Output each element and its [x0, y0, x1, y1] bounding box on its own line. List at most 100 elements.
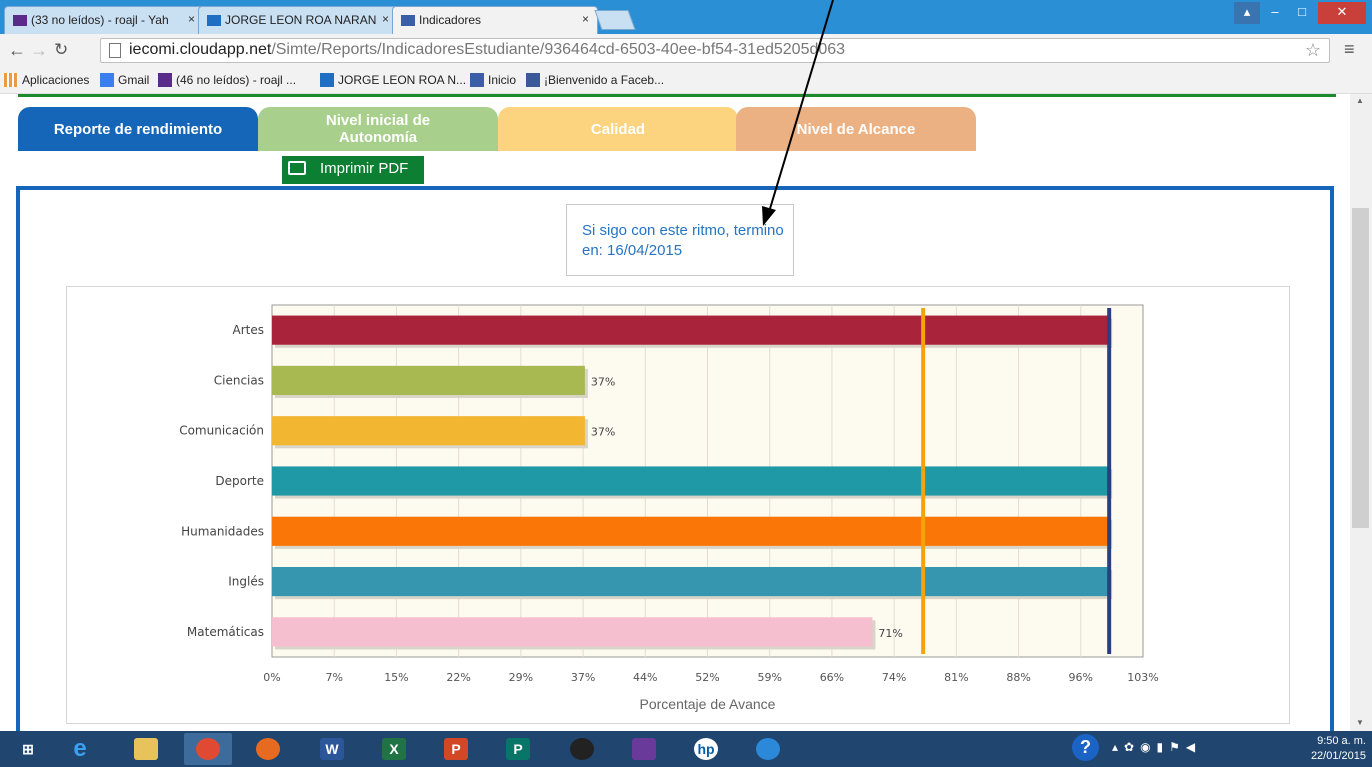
header-divider [18, 94, 1336, 97]
x-axis-title: Porcentaje de Avance [640, 696, 776, 712]
taskbar-firefox[interactable] [244, 733, 292, 765]
data-label: 37% [591, 426, 615, 439]
browser-tab-title: Indicadores [419, 13, 482, 27]
completion-estimate-text: Si sigo con este ritmo, termino en: 16/0… [582, 222, 784, 259]
x-tick-label: 22% [446, 671, 470, 684]
outlook-icon [320, 73, 334, 87]
browser-toolbar: ← → ↻ iecomi.cloudapp.net/Simte/Reports/… [0, 34, 1372, 66]
completion-estimate-note: Si sigo con este ritmo, termino en: 16/0… [566, 204, 794, 276]
taskbar-clock[interactable]: 9:50 a. m. 22/01/2015 [1311, 734, 1366, 764]
bar-matemáticas [272, 617, 873, 647]
x-tick-label: 88% [1006, 671, 1030, 684]
ie-icon: e [73, 735, 87, 762]
category-label: Ciencias [214, 373, 264, 387]
x-tick-label: 37% [571, 671, 595, 684]
word-icon: W [320, 738, 344, 760]
taskbar-excel[interactable]: X [370, 733, 418, 765]
bookmark-inicio[interactable]: Inicio [470, 73, 516, 87]
taskbar-camera[interactable] [558, 733, 606, 765]
url-host: iecomi.cloudapp.net [129, 41, 272, 58]
bookmark-yahoo-mail[interactable]: (46 no leídos) - roajl ... [158, 73, 296, 87]
tab-label: Nivel de Alcance [796, 120, 916, 138]
bookmark-label: Inicio [488, 73, 517, 87]
print-pdf-button[interactable]: Imprimir PDF [282, 156, 424, 184]
start-button[interactable]: ⊞ [4, 733, 52, 765]
bookmark-outlook[interactable]: JORGE LEON ROA N... [320, 73, 466, 87]
taskbar-powerpoint[interactable]: P [432, 733, 480, 765]
scrollbar-thumb[interactable] [1352, 208, 1369, 528]
bookmark-star-icon[interactable]: ☆ [1305, 40, 1321, 61]
close-window-button[interactable]: ✕ [1318, 2, 1366, 24]
minimize-button[interactable]: – [1262, 2, 1288, 24]
security-icon [756, 738, 780, 760]
maximize-button[interactable]: □ [1288, 2, 1316, 24]
scroll-up-icon[interactable]: ▲ [1356, 96, 1364, 105]
chrome-icon [196, 738, 220, 760]
taskbar-chrome[interactable] [184, 733, 232, 765]
category-label: Inglés [228, 575, 264, 589]
browser-tab-title: JORGE LEON ROA NARAN [225, 13, 377, 27]
x-tick-label: 0% [263, 671, 280, 684]
printer-icon [288, 161, 306, 175]
facebook-icon [526, 73, 540, 87]
x-tick-label: 81% [944, 671, 968, 684]
url-path: /Simte/Reports/IndicadoresEstudiante/936… [271, 41, 846, 58]
user-profile-icon[interactable]: ▴ [1234, 2, 1260, 24]
publisher-icon: P [506, 738, 530, 760]
taskbar-ie[interactable]: e [56, 733, 104, 765]
taskbar-word[interactable]: W [308, 733, 356, 765]
browser-tab-indicadores[interactable]: Indicadores × [392, 6, 598, 34]
category-label: Comunicación [179, 424, 264, 438]
x-tick-label: 15% [384, 671, 408, 684]
taskbar-app[interactable] [620, 733, 668, 765]
menu-icon[interactable]: ≡ [1344, 39, 1355, 60]
mail-icon [13, 15, 27, 26]
clock-date: 22/01/2015 [1310, 750, 1366, 762]
bookmark-gmail[interactable]: Gmail [100, 73, 149, 87]
bookmark-apps[interactable]: Aplicaciones [4, 73, 89, 87]
taskbar-publisher[interactable]: P [494, 733, 542, 765]
taskbar-explorer[interactable] [122, 733, 170, 765]
vertical-scrollbar[interactable]: ▲ ▼ [1350, 94, 1372, 731]
x-tick-label: 7% [325, 671, 342, 684]
taskbar-security[interactable] [744, 733, 792, 765]
tab-reporte-rendimiento[interactable]: Reporte de rendimiento [18, 107, 258, 151]
browser-tab-outlook[interactable]: JORGE LEON ROA NARAN × [198, 6, 398, 34]
site-icon [470, 73, 484, 87]
close-tab-icon[interactable]: × [188, 12, 195, 26]
x-tick-label: 29% [509, 671, 533, 684]
system-tray-icons[interactable]: ▴✿◉▮⚑◀ [1112, 740, 1201, 754]
scroll-down-icon[interactable]: ▼ [1356, 718, 1364, 727]
bar-deporte [272, 466, 1110, 496]
page-icon [109, 43, 121, 58]
category-label: Humanidades [181, 524, 264, 538]
taskbar-hp[interactable]: hp [682, 733, 730, 765]
tab-nivel-inicial-autonomia[interactable]: Nivel inicial de Autonomía [258, 107, 498, 151]
hp-icon: hp [694, 738, 718, 760]
address-bar[interactable]: iecomi.cloudapp.net/Simte/Reports/Indica… [100, 38, 1330, 63]
new-tab-button[interactable] [594, 10, 636, 30]
close-tab-icon[interactable]: × [382, 12, 389, 26]
bar-ciencias [272, 365, 585, 396]
help-icon[interactable]: ? [1072, 734, 1099, 761]
reload-icon[interactable]: ↻ [54, 40, 68, 60]
windows-taskbar: ⊞ e W X P P hp ? ▴✿◉▮⚑◀ 9:50 a. m. 22/01… [0, 731, 1372, 767]
category-label: Deporte [215, 474, 264, 488]
browser-tab-yahoo-mail[interactable]: (33 no leídos) - roajl - Yah × [4, 6, 204, 34]
close-tab-icon[interactable]: × [582, 12, 589, 26]
forward-button[interactable]: → [30, 40, 48, 61]
bookmark-label: Aplicaciones [22, 73, 90, 87]
back-button[interactable]: ← [8, 40, 26, 61]
tab-calidad[interactable]: Calidad [498, 107, 738, 151]
bookmark-label: JORGE LEON ROA N... [338, 73, 467, 87]
google-icon [100, 73, 114, 87]
bookmark-facebook[interactable]: ¡Bienvenido a Faceb... [526, 73, 664, 87]
tab-label: Calidad [590, 120, 646, 138]
report-panel: Si sigo con este ritmo, termino en: 16/0… [16, 186, 1334, 731]
bookmark-label: Gmail [118, 73, 150, 87]
tab-nivel-alcance[interactable]: Nivel de Alcance [736, 107, 976, 151]
bookmarks-bar: Aplicaciones Gmail (46 no leídos) - roaj… [0, 66, 1372, 94]
category-label: Matemáticas [187, 625, 264, 639]
bookmark-label: (46 no leídos) - roajl ... [176, 73, 297, 87]
print-pdf-label: Imprimir PDF [320, 160, 409, 177]
